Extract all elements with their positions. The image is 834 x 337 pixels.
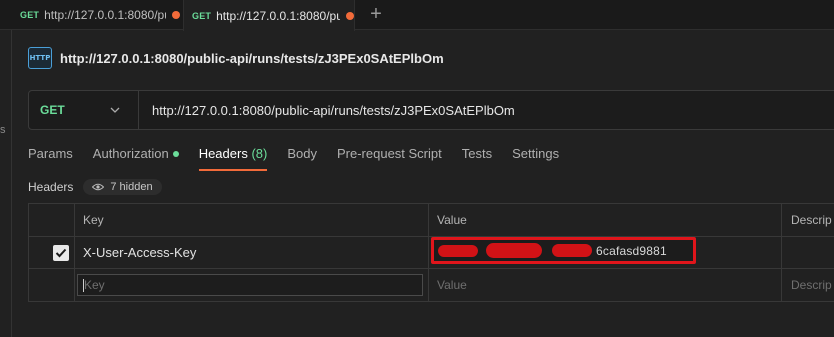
headers-section-label: Headers: [28, 180, 74, 194]
new-header-value-input[interactable]: Value: [437, 278, 467, 292]
tab-params[interactable]: Params: [28, 140, 73, 172]
eye-icon: [92, 183, 105, 191]
tab-strip: GET http://127.0.0.1:8080/public-api/run…: [0, 0, 834, 31]
header-key-cell[interactable]: X-User-Access-Key: [83, 245, 196, 260]
http-icon-text: HTTP: [29, 54, 51, 62]
tab-headers-label: Headers: [198, 146, 248, 161]
column-header-description: Descrip: [791, 213, 832, 227]
request-title[interactable]: http://127.0.0.1:8080/public-api/runs/te…: [60, 51, 444, 66]
header-value-cell-redacted[interactable]: 6cafasd9881: [431, 237, 696, 264]
unsaved-dot-icon: [172, 11, 181, 19]
tab-url-label: http://127.0.0.1:8080/public-api/runs/te…: [44, 8, 166, 22]
active-tab-underline: [198, 169, 268, 171]
column-header-key: Key: [83, 213, 104, 227]
table-divider: [428, 204, 429, 301]
tab-prerequest-label: Pre-request Script: [336, 146, 442, 161]
new-header-description-input[interactable]: Descrip: [791, 278, 832, 292]
table-divider: [29, 268, 834, 269]
request-tab-active[interactable]: GET http://127.0.0.1:8080/public-api/run…: [183, 0, 355, 31]
checkmark-icon: [55, 248, 67, 258]
redaction-mark: [552, 244, 592, 257]
tab-headers[interactable]: Headers (8): [198, 140, 268, 172]
redaction-mark: [438, 245, 478, 257]
tab-method-label: GET: [20, 10, 40, 20]
new-tab-plus-icon[interactable]: +: [366, 4, 386, 24]
headers-count: (8): [251, 146, 268, 161]
method-select[interactable]: GET: [29, 91, 139, 129]
chevron-down-icon: [110, 107, 120, 113]
tab-settings-label: Settings: [512, 146, 560, 161]
tab-tests[interactable]: Tests: [462, 140, 492, 172]
request-subtabs: Params Authorization Headers (8) Body Pr…: [28, 140, 579, 172]
headers-table: Key Value Descrip X-User-Access-Key 6caf…: [28, 203, 834, 302]
key-placeholder: Key: [84, 278, 105, 292]
header-value-visible-fragment: 6cafasd9881: [596, 244, 667, 258]
hidden-headers-toggle[interactable]: 7 hidden: [83, 179, 162, 195]
new-header-key-input[interactable]: Key: [77, 274, 423, 296]
header-enabled-checkbox[interactable]: [53, 245, 69, 261]
table-divider: [74, 204, 75, 301]
table-divider: [781, 204, 782, 301]
tab-body-label: Body: [287, 146, 317, 161]
request-header: HTTP http://127.0.0.1:8080/public-api/ru…: [28, 46, 444, 70]
http-request-icon: HTTP: [28, 47, 52, 69]
column-header-value: Value: [437, 213, 467, 227]
auth-set-dot-icon: [172, 150, 179, 157]
unsaved-dot-icon: [346, 11, 354, 20]
hidden-headers-count: 7 hidden: [110, 181, 153, 193]
redaction-mark: [486, 243, 542, 258]
url-input[interactable]: http://127.0.0.1:8080/public-api/runs/te…: [139, 103, 515, 118]
tab-params-label: Params: [28, 146, 73, 161]
tab-body[interactable]: Body: [287, 140, 317, 172]
request-tab[interactable]: GET http://127.0.0.1:8080/public-api/run…: [12, 0, 182, 30]
tab-prerequest-script[interactable]: Pre-request Script: [337, 140, 442, 172]
tab-url-label: http://127.0.0.1:8080/public-api/runs/te…: [216, 8, 340, 23]
tab-method-label: GET: [192, 10, 212, 21]
url-bar: GET http://127.0.0.1:8080/public-api/run…: [28, 90, 834, 130]
sidebar-label-fragment: s: [0, 124, 6, 136]
tab-authorization[interactable]: Authorization: [93, 140, 179, 172]
tab-settings[interactable]: Settings: [512, 140, 559, 172]
tab-authorization-label: Authorization: [92, 146, 169, 161]
headers-toolbar: Headers 7 hidden: [28, 176, 162, 198]
sidebar-divider[interactable]: [11, 30, 12, 337]
method-value: GET: [40, 103, 65, 117]
tab-tests-label: Tests: [461, 146, 493, 161]
